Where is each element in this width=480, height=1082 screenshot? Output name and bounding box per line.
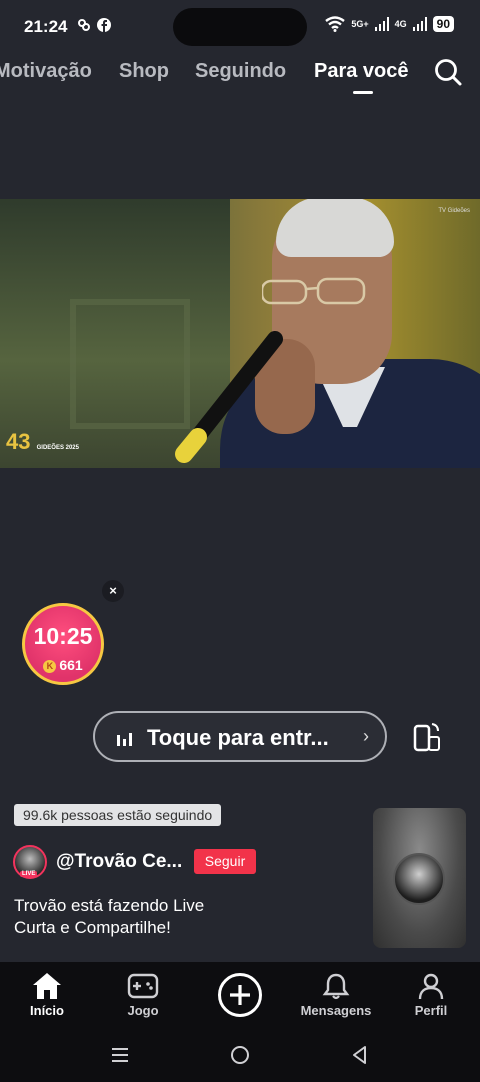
bell-icon xyxy=(322,973,350,1000)
top-tabs: Motivação Shop Seguindo Para você xyxy=(0,52,480,102)
followers-badge: 99.6k pessoas estão seguindo xyxy=(14,804,222,826)
timer-text: 10:25 xyxy=(33,623,93,649)
wifi-icon xyxy=(325,16,346,32)
timer-coins: K 661 xyxy=(25,657,101,673)
create-button[interactable] xyxy=(218,973,262,1017)
tab-motivacao[interactable]: Motivação xyxy=(0,60,92,83)
follow-button[interactable]: Seguir xyxy=(194,849,256,874)
nav-inicio-label: Início xyxy=(30,1003,64,1018)
live-bars-icon xyxy=(117,733,132,746)
speaker-hair xyxy=(276,199,394,257)
description-line-2: Curta e Compartilhe! xyxy=(14,918,171,937)
rotate-screen-icon[interactable] xyxy=(410,720,444,754)
description-line-1: Trovão está fazendo Live xyxy=(14,896,205,915)
tab-para-voce[interactable]: Para você xyxy=(314,60,409,83)
tab-shop[interactable]: Shop xyxy=(119,60,169,83)
enter-live-button[interactable]: Toque para entr... › xyxy=(93,711,387,762)
live-timer-badge[interactable]: 10:25 K 661 xyxy=(22,603,104,685)
status-bar: 21:24 5G+ 4G 90 xyxy=(0,0,480,52)
nav-mensagens-label: Mensagens xyxy=(300,1003,372,1018)
gamepad-icon xyxy=(127,973,159,999)
bottom-nav: Início Jogo Mensagens Perfil xyxy=(0,962,480,1032)
network-5g-label: 5G+ xyxy=(351,19,369,29)
tab-seguindo[interactable]: Seguindo xyxy=(195,60,286,83)
speaker-glasses xyxy=(262,277,366,305)
thumbnail-avatar xyxy=(393,853,445,905)
facebook-icon xyxy=(97,18,111,32)
person-icon xyxy=(418,973,444,1000)
nav-inicio[interactable]: Início xyxy=(2,972,92,1018)
nav-mensagens[interactable]: Mensagens xyxy=(291,972,381,1018)
network-4g-label: 4G xyxy=(394,19,407,29)
signal-icon-2 xyxy=(412,17,427,31)
plus-icon xyxy=(230,985,250,1005)
username[interactable]: @Trovão Ce... xyxy=(56,851,182,873)
avatar-live-tag: LIVE xyxy=(20,871,38,877)
coin-icon: K xyxy=(43,660,57,673)
chevron-right-icon: › xyxy=(363,726,369,746)
active-tab-indicator xyxy=(353,91,373,94)
enter-live-label: Toque para entr... xyxy=(147,725,329,750)
event-logo-number: 43 xyxy=(6,429,31,454)
microphone-icon xyxy=(175,331,283,463)
camera-notch xyxy=(173,8,307,46)
search-icon[interactable] xyxy=(433,57,463,87)
close-timer-button[interactable]: × xyxy=(102,580,124,602)
recent-apps-icon[interactable] xyxy=(110,1045,130,1065)
nav-jogo-label: Jogo xyxy=(127,1003,159,1018)
avatar[interactable]: LIVE xyxy=(13,845,47,879)
event-logo-sub: GIDEÕES 2025 xyxy=(36,445,79,451)
signal-icon xyxy=(374,17,389,31)
link-icon xyxy=(78,19,90,31)
live-video[interactable]: TV Gideões 43 GIDEÕES 2025 xyxy=(0,199,480,468)
status-right: 5G+ 4G 90 xyxy=(325,16,454,32)
status-time: 21:24 xyxy=(24,17,68,36)
nav-perfil[interactable]: Perfil xyxy=(386,972,476,1018)
home-circle-icon[interactable] xyxy=(230,1045,250,1065)
coin-count: 661 xyxy=(59,657,83,673)
battery-icon: 90 xyxy=(432,16,454,32)
home-icon xyxy=(33,973,61,999)
video-watermark: TV Gideões xyxy=(438,208,470,214)
nav-perfil-label: Perfil xyxy=(414,1003,448,1018)
live-description: Trovão está fazendo Live Curta e Compart… xyxy=(14,895,204,939)
live-preview-thumbnail[interactable] xyxy=(373,808,466,948)
status-notification-icons xyxy=(77,18,111,32)
back-icon[interactable] xyxy=(350,1045,370,1065)
nav-jogo[interactable]: Jogo xyxy=(98,972,188,1018)
system-nav-bar xyxy=(0,1032,480,1082)
event-logo: 43 GIDEÕES 2025 xyxy=(6,429,79,455)
